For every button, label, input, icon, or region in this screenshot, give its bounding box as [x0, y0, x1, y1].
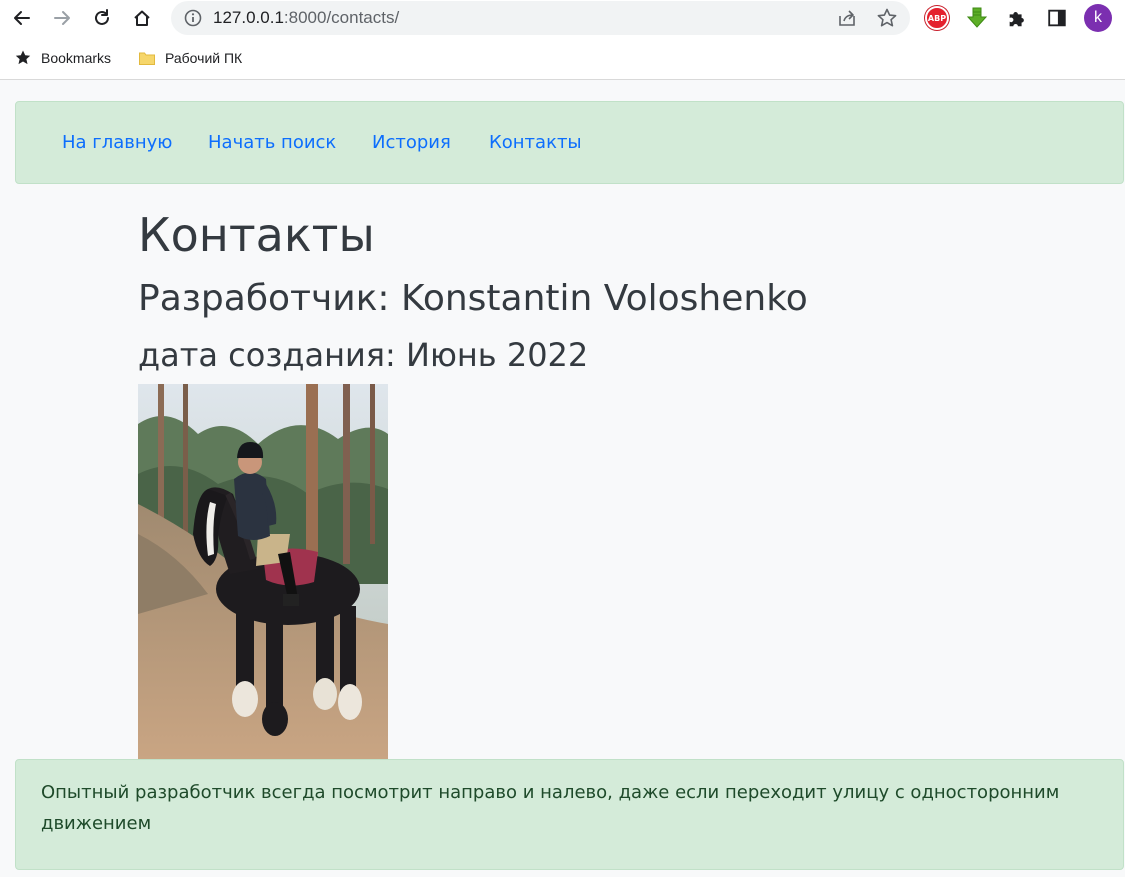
bookmark-star-icon[interactable] [876, 7, 898, 29]
home-button[interactable] [128, 4, 156, 32]
reload-button[interactable] [88, 4, 116, 32]
puzzle-icon[interactable] [1005, 6, 1029, 30]
forward-button[interactable] [48, 4, 76, 32]
address-bar[interactable]: 127.0.0.1:8000/contacts/ [171, 1, 910, 35]
abp-label: ABP [927, 13, 947, 23]
creation-date-heading: дата создания: Июнь 2022 [138, 336, 589, 374]
folder-icon [139, 52, 155, 65]
nav-link-contacts[interactable]: Контакты [489, 132, 582, 153]
side-panel-icon[interactable] [1045, 6, 1069, 30]
developer-heading: Разработчик: Konstantin Voloshenko [138, 278, 808, 319]
developer-photo [138, 384, 388, 759]
url-host: 127.0.0.1 [213, 8, 284, 27]
back-button[interactable] [8, 4, 36, 32]
profile-initial: k [1094, 9, 1102, 26]
reload-icon [95, 9, 109, 25]
site-info-icon[interactable] [183, 8, 203, 28]
abp-icon[interactable]: ABP [925, 6, 949, 30]
nav-link-history[interactable]: История [372, 132, 451, 153]
back-arrow-icon [14, 11, 30, 25]
url-text[interactable]: 127.0.0.1:8000/contacts/ [213, 8, 399, 28]
star-icon [15, 50, 31, 65]
page-title: Контакты [138, 208, 375, 262]
profile-avatar[interactable]: k [1084, 4, 1112, 32]
footer-quote: Опытный разработчик всегда посмотрит нап… [41, 782, 1060, 834]
nav-link-home[interactable]: На главную [62, 132, 172, 153]
bookmark-item-folder[interactable]: Рабочий ПК [138, 49, 242, 67]
download-arrow-icon[interactable] [965, 6, 989, 30]
forward-arrow-icon [54, 11, 70, 25]
browser-toolbar: 127.0.0.1:8000/contacts/ ABP k [0, 0, 1125, 38]
site-navbar: На главную Начать поиск История Контакты [15, 101, 1124, 184]
home-icon [134, 10, 150, 26]
bookmark-label: Bookmarks [41, 50, 112, 66]
bookmark-item-bookmarks[interactable]: Bookmarks [14, 49, 111, 67]
bookmark-label: Рабочий ПК [165, 50, 243, 66]
nav-link-search[interactable]: Начать поиск [208, 132, 336, 153]
url-path: :8000/contacts/ [283, 8, 400, 27]
footer-alert: Опытный разработчик всегда посмотрит нап… [15, 759, 1124, 870]
bookmarks-bar: Bookmarks Рабочий ПК [0, 38, 1125, 80]
share-icon[interactable] [836, 7, 858, 29]
